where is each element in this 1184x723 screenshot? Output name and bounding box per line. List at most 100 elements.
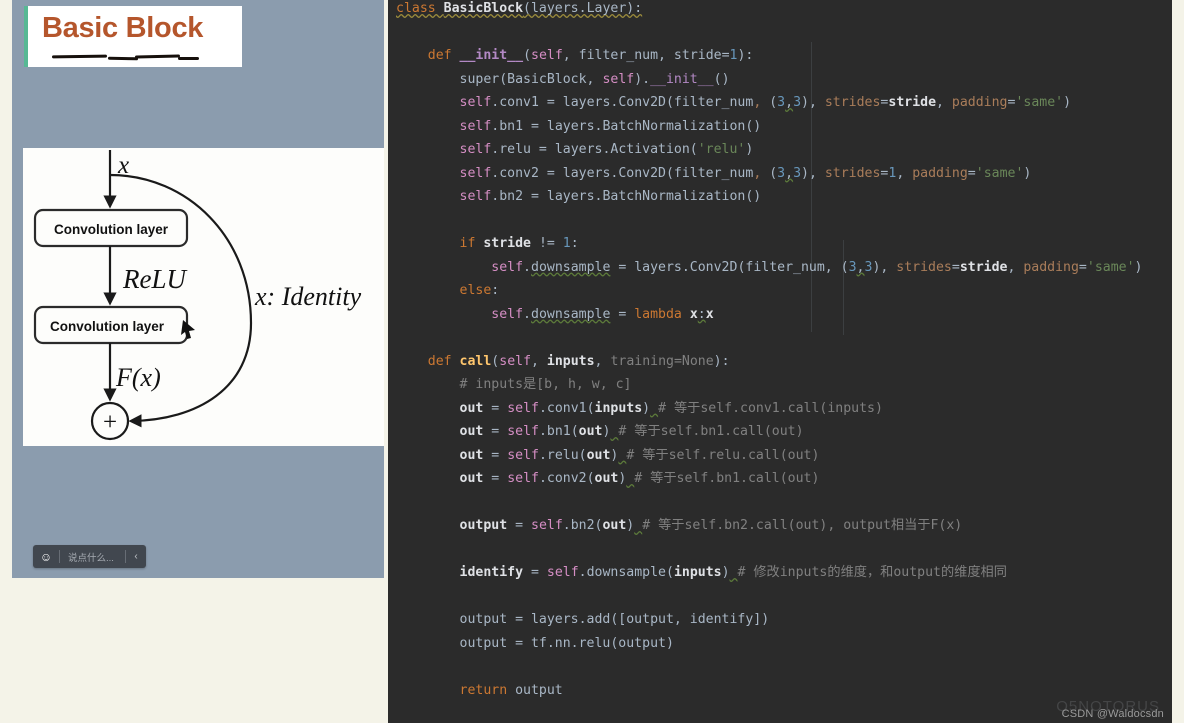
- code-token: ):: [714, 354, 730, 369]
- code-token: downsample: [531, 260, 610, 275]
- code-token: =: [507, 518, 531, 533]
- code-line: self.bn1 = layers.BatchNormalization(): [388, 115, 1172, 139]
- code-token: out: [579, 424, 603, 439]
- code-token: output = layers.add([output, identify]): [396, 612, 769, 627]
- code-token: self: [460, 119, 492, 134]
- code-token: 'relu': [698, 142, 746, 157]
- code-token: self: [507, 448, 539, 463]
- code-token: (: [761, 166, 777, 181]
- code-token: self: [531, 48, 563, 63]
- code-token: padding: [1023, 260, 1079, 275]
- code-token: [396, 95, 460, 110]
- code-token: self: [547, 565, 579, 580]
- code-token: ,: [785, 95, 793, 110]
- code-token: def: [428, 354, 460, 369]
- code-token: [396, 354, 428, 369]
- code-token: .downsample(: [579, 565, 674, 580]
- code-token: ): [1063, 95, 1071, 110]
- code-line: super(BasicBlock, self).__init__(): [388, 68, 1172, 92]
- code-line: [388, 21, 1172, 45]
- code-token: [396, 48, 428, 63]
- code-token: __init__: [460, 48, 524, 63]
- code-token: stride: [483, 236, 531, 251]
- code-token: inputs: [595, 401, 643, 416]
- title-underline-stroke: [135, 54, 180, 58]
- code-token: self: [460, 189, 492, 204]
- title-underline-stroke: [108, 57, 138, 61]
- code-token: (: [523, 48, 531, 63]
- code-token: self: [460, 166, 492, 181]
- code-token: 'same': [1015, 95, 1063, 110]
- smiley-icon[interactable]: ☺: [33, 551, 59, 563]
- code-token: # 等于self.relu.call(out): [626, 448, 819, 463]
- code-token: [396, 424, 460, 439]
- page-title: Basic Block: [42, 12, 203, 45]
- code-token: output = tf.nn.relu(output): [396, 636, 674, 651]
- code-token: [396, 166, 460, 181]
- code-token: def: [428, 48, 460, 63]
- code-token: # 等于self.bn2.call(out), output相当于F(x): [642, 518, 962, 533]
- code-line: output = layers.add([output, identify]): [388, 608, 1172, 632]
- diagram-label-identity: x: Identity: [254, 282, 362, 311]
- code-token: # 等于self.bn1.call(out): [618, 424, 803, 439]
- code-token: .: [523, 260, 531, 275]
- code-token: strides: [896, 260, 952, 275]
- code-token: :: [571, 236, 579, 251]
- code-line: [388, 491, 1172, 515]
- code-token: ),: [801, 166, 825, 181]
- code-line: def __init__(self, filter_num, stride=1)…: [388, 44, 1172, 68]
- slide-title-card: Basic Block: [24, 6, 242, 67]
- code-token: stride: [888, 95, 936, 110]
- code-token: self: [460, 142, 492, 157]
- code-token: =: [1079, 260, 1087, 275]
- code-token: ,: [936, 95, 952, 110]
- code-token: =: [523, 565, 547, 580]
- code-token: .relu(: [539, 448, 587, 463]
- code-token: output: [515, 683, 563, 698]
- code-token: ): [642, 401, 650, 416]
- code-token: ,: [896, 166, 912, 181]
- code-block[interactable]: class BasicBlock(layers.Layer): def __in…: [388, 0, 1172, 702]
- code-token: self: [602, 72, 634, 87]
- code-token: out: [460, 448, 484, 463]
- code-line: [388, 209, 1172, 233]
- code-token: out: [460, 424, 484, 439]
- video-player-panel[interactable]: Basic Block x Convolution layer: [12, 0, 384, 578]
- code-editor-panel[interactable]: class BasicBlock(layers.Layer): def __in…: [388, 0, 1172, 723]
- code-token: BasicBlock: [444, 1, 523, 16]
- code-token: out: [602, 518, 626, 533]
- code-token: [396, 683, 460, 698]
- code-token: .: [523, 307, 531, 322]
- code-line: # inputs是[b, h, w, c]: [388, 373, 1172, 397]
- code-token: [396, 471, 460, 486]
- code-line: else:: [388, 279, 1172, 303]
- code-token: [396, 448, 460, 463]
- danmaku-input[interactable]: 说点什么...: [60, 550, 125, 564]
- code-token: if: [460, 236, 484, 251]
- code-token: [396, 401, 460, 416]
- code-token: self: [499, 354, 531, 369]
- code-token: x: [706, 307, 714, 322]
- code-token: .conv2(: [539, 471, 595, 486]
- code-token: [396, 518, 460, 533]
- danmaku-input-bar[interactable]: ☺ 说点什么... ‹: [33, 545, 146, 568]
- code-token: =: [483, 471, 507, 486]
- code-token: return: [460, 683, 516, 698]
- code-token: [396, 119, 460, 134]
- code-token: downsample: [531, 307, 610, 322]
- code-token: stride: [960, 260, 1008, 275]
- code-line: self.relu = layers.Activation('relu'): [388, 138, 1172, 162]
- code-token: ): [745, 142, 753, 157]
- code-token: ): [722, 565, 730, 580]
- code-token: 'same': [976, 166, 1024, 181]
- residual-block-diagram: x Convolution layer ReLU Convolution lay…: [23, 148, 384, 446]
- chevron-left-icon[interactable]: ‹: [126, 552, 146, 562]
- title-underline-stroke: [52, 55, 107, 59]
- code-token: self: [507, 471, 539, 486]
- code-token: =: [610, 307, 634, 322]
- code-token: 3: [793, 166, 801, 181]
- code-token: .bn2 = layers.BatchNormalization(): [491, 189, 761, 204]
- code-token: =: [483, 401, 507, 416]
- code-token: =: [968, 166, 976, 181]
- code-token: :: [698, 307, 706, 322]
